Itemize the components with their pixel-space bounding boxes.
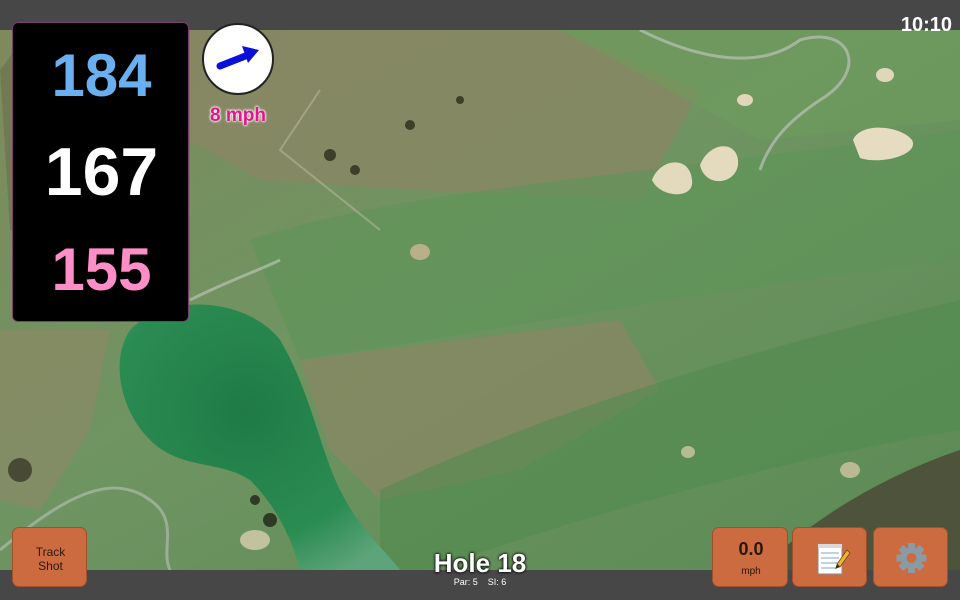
- notes-button[interactable]: [792, 527, 867, 587]
- notepad-icon: [817, 543, 851, 575]
- golf-gps-screen: 10:10 184 167 155 8 mph Track Shot Hole …: [0, 0, 960, 600]
- wind-speed-button[interactable]: 0.0 mph: [712, 527, 788, 587]
- par-label: Par: 5: [453, 577, 478, 587]
- back-distance: 184: [51, 42, 152, 109]
- track-shot-label: Track Shot: [35, 545, 66, 573]
- hole-title: Hole 18: [433, 548, 527, 578]
- clock: 10:10: [900, 14, 952, 36]
- center-distance: 167: [44, 134, 159, 210]
- wind-value: 0.0: [738, 539, 764, 559]
- wind-unit: mph: [741, 566, 761, 577]
- arrow-icon: [216, 46, 259, 70]
- front-distance: 155: [51, 236, 152, 303]
- wind-speed-label: 8 mph: [210, 105, 266, 126]
- track-shot-button[interactable]: Track Shot: [12, 527, 87, 587]
- hole-details: Par: 5 SI: 6: [380, 577, 580, 587]
- distance-panel: 184 167 155: [12, 22, 189, 322]
- stroke-index-label: SI: 6: [487, 577, 507, 587]
- gear-icon: [896, 543, 927, 573]
- wind-direction-indicator: [202, 23, 274, 95]
- settings-button[interactable]: [873, 527, 948, 587]
